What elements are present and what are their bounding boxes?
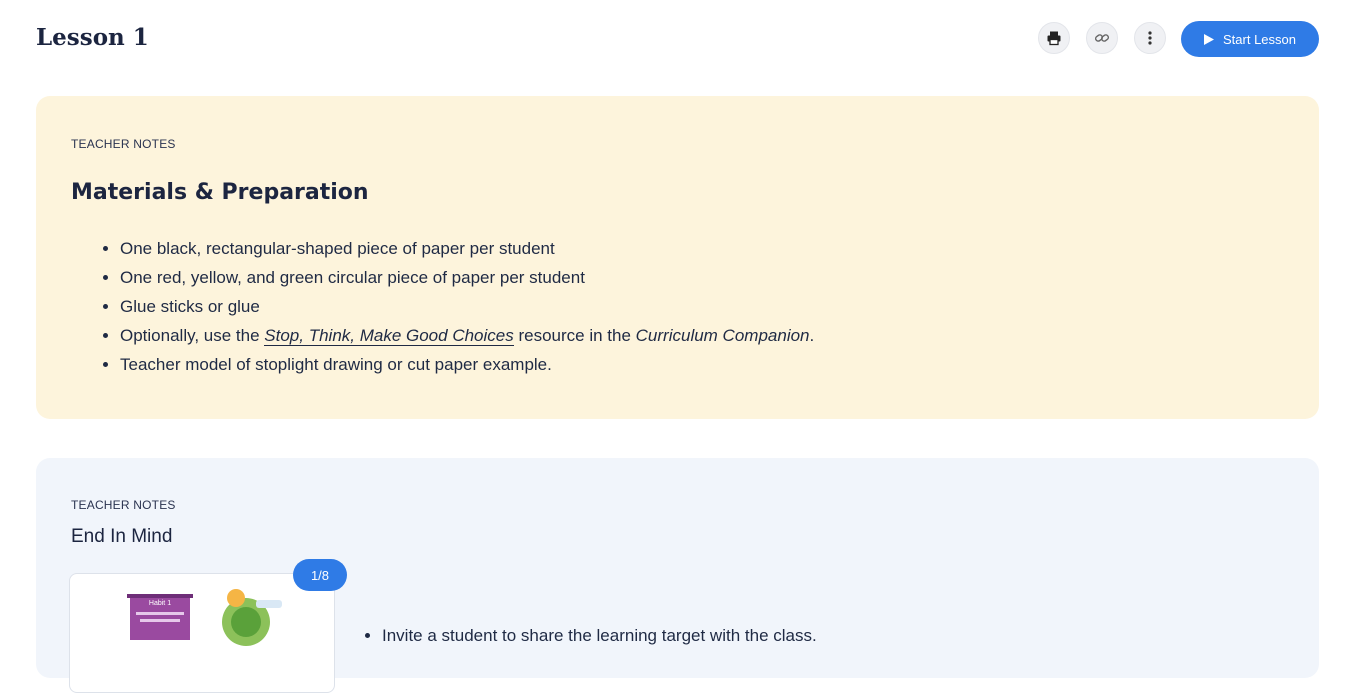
list-item: Glue sticks or glue [120, 292, 814, 321]
end-in-mind-title: End In Mind [71, 526, 173, 547]
list-item: One black, rectangular-shaped piece of p… [120, 234, 814, 263]
list-item: Teacher model of stoplight drawing or cu… [120, 350, 814, 379]
item-text: resource in the [513, 326, 636, 345]
materials-title: Materials & Preparation [71, 180, 369, 205]
teacher-notes-label: TEACHER NOTES [71, 498, 176, 512]
stop-think-resource-link[interactable]: Stop, Think, Make Good Choices [264, 326, 514, 346]
list-item: One red, yellow, and green circular piec… [120, 263, 814, 292]
lesson-header: Lesson 1 Start Lesson [0, 0, 1348, 80]
svg-text:Habit 1: Habit 1 [149, 600, 171, 607]
start-lesson-label: Start Lesson [1223, 31, 1296, 47]
materials-list: One black, rectangular-shaped piece of p… [71, 234, 814, 379]
slide-thumbnail[interactable]: Habit 1 [69, 573, 335, 693]
more-options-button[interactable] [1134, 22, 1166, 54]
materials-card: TEACHER NOTES Materials & Preparation On… [36, 96, 1319, 419]
end-in-mind-list: Invite a student to share the learning t… [336, 621, 817, 650]
list-item: Optionally, use the Stop, Think, Make Go… [120, 321, 814, 350]
print-button[interactable] [1038, 22, 1070, 54]
play-icon [1204, 33, 1214, 45]
item-text: . [809, 326, 815, 345]
slide-preview-image: Habit 1 [127, 589, 282, 646]
end-in-mind-card: TEACHER NOTES End In Mind Habit 1 1/8 In… [36, 458, 1319, 693]
more-vertical-icon [1148, 31, 1152, 45]
teacher-notes-label: TEACHER NOTES [71, 137, 176, 151]
link-icon [1094, 34, 1110, 42]
item-text: Optionally, use the [120, 326, 265, 345]
printer-icon [1047, 31, 1061, 46]
curriculum-companion-text: Curriculum Companion [635, 326, 810, 345]
slide-counter-badge[interactable]: 1/8 [293, 559, 347, 591]
list-item: Invite a student to share the learning t… [382, 621, 817, 650]
copy-link-button[interactable] [1086, 22, 1118, 54]
start-lesson-button[interactable]: Start Lesson [1181, 21, 1319, 57]
page-title: Lesson 1 [36, 24, 149, 51]
